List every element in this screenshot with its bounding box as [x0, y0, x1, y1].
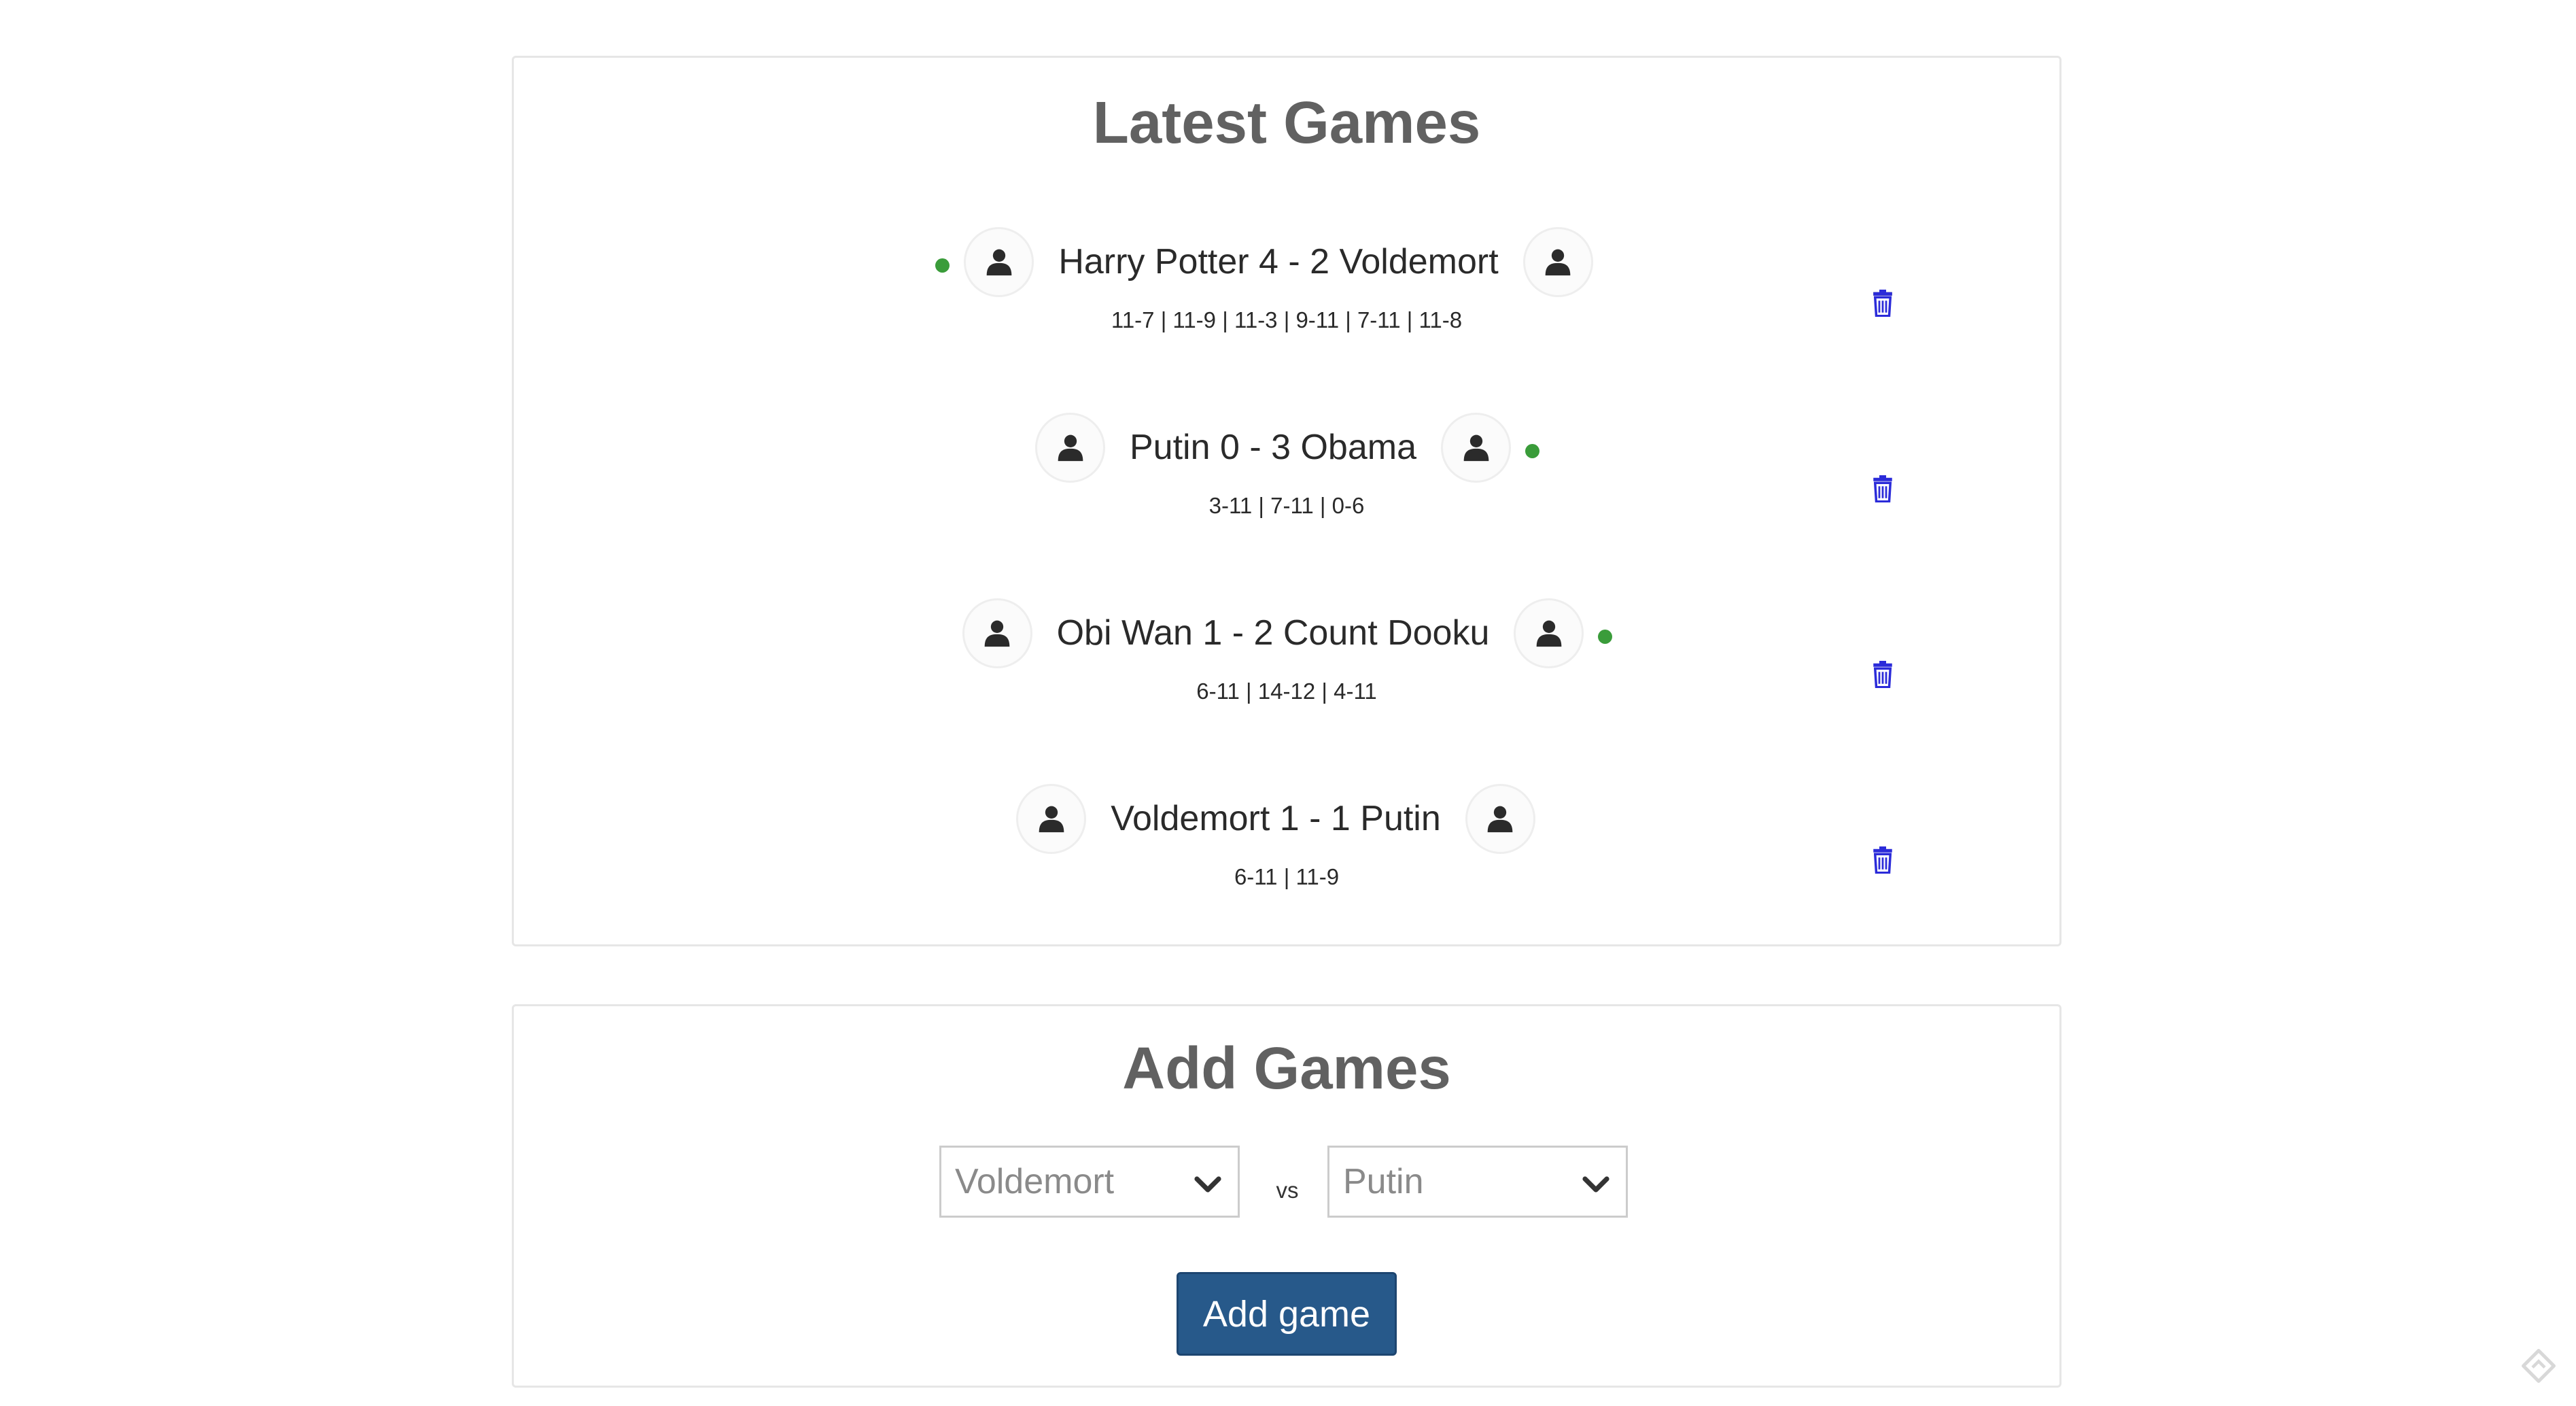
player-avatar-icon — [1522, 226, 1593, 297]
set-scores: 6-11 | 14-12 | 4-11 — [1196, 679, 1377, 704]
set-scores: 11-7 | 11-9 | 11-3 | 9-11 | 7-11 | 11-8 — [1111, 307, 1463, 332]
game-match: Voldemort 1 - 1 Putin — [514, 781, 2059, 856]
game-row: Obi Wan 1 - 2 Count Dooku 6-11 | 14-12 |… — [514, 596, 2059, 732]
winner-dot — [935, 258, 950, 273]
chevron-down-icon — [1194, 1176, 1221, 1193]
player-avatar-icon — [1441, 412, 1511, 483]
match-score: Harry Potter 4 - 2 Voldemort — [1058, 242, 1499, 281]
player-avatar-icon — [1465, 783, 1535, 854]
game-row: Harry Potter 4 - 2 Voldemort 11-7 | 11-9… — [514, 224, 2059, 360]
winner-dot — [1598, 629, 1613, 644]
delete-game-trash-icon[interactable] — [1873, 661, 1893, 688]
latest-games-panel: Latest Games Harry Potter 4 - 2 Voldemor… — [512, 56, 2061, 946]
player-avatar-icon — [1035, 412, 1105, 483]
set-scores: 3-11 | 7-11 | 0-6 — [1208, 493, 1365, 518]
winner-dot — [1525, 443, 1539, 458]
player-avatar-icon — [1514, 598, 1584, 668]
player-avatar-icon — [962, 598, 1032, 668]
player-avatar-icon — [1016, 783, 1087, 854]
delete-game-trash-icon[interactable] — [1873, 290, 1893, 317]
vs-label: vs — [1276, 1178, 1299, 1203]
add-game-button[interactable]: Add game — [1177, 1272, 1397, 1356]
player-one-value: Voldemort — [955, 1162, 1115, 1201]
latest-games-title: Latest Games — [1092, 90, 1481, 156]
player-avatar-icon — [964, 226, 1034, 297]
match-score: Putin 0 - 3 Obama — [1130, 428, 1416, 467]
game-row: Putin 0 - 3 Obama 3-11 | 7-11 | 0-6 — [514, 410, 2059, 546]
player-two-select[interactable]: Putin — [1327, 1146, 1628, 1218]
game-row: Voldemort 1 - 1 Putin 6-11 | 11-9 — [514, 781, 2059, 917]
match-score: Voldemort 1 - 1 Putin — [1111, 799, 1441, 838]
add-games-title: Add Games — [1122, 1035, 1451, 1101]
diamond-arrow-icon — [2522, 1349, 2556, 1383]
match-score: Obi Wan 1 - 2 Count Dooku — [1056, 613, 1490, 653]
delete-game-trash-icon[interactable] — [1873, 846, 1893, 874]
player-two-value: Putin — [1343, 1162, 1424, 1201]
game-match: Obi Wan 1 - 2 Count Dooku — [514, 596, 2059, 670]
game-match: Putin 0 - 3 Obama — [514, 410, 2059, 485]
player-one-select[interactable]: Voldemort — [939, 1146, 1240, 1218]
delete-game-trash-icon[interactable] — [1873, 475, 1893, 502]
add-games-panel: Add Games Voldemort vs Putin Add game — [512, 1004, 2061, 1388]
set-scores: 6-11 | 11-9 — [1234, 864, 1340, 889]
chevron-down-icon — [1582, 1176, 1609, 1193]
game-match: Harry Potter 4 - 2 Voldemort — [514, 224, 2059, 299]
